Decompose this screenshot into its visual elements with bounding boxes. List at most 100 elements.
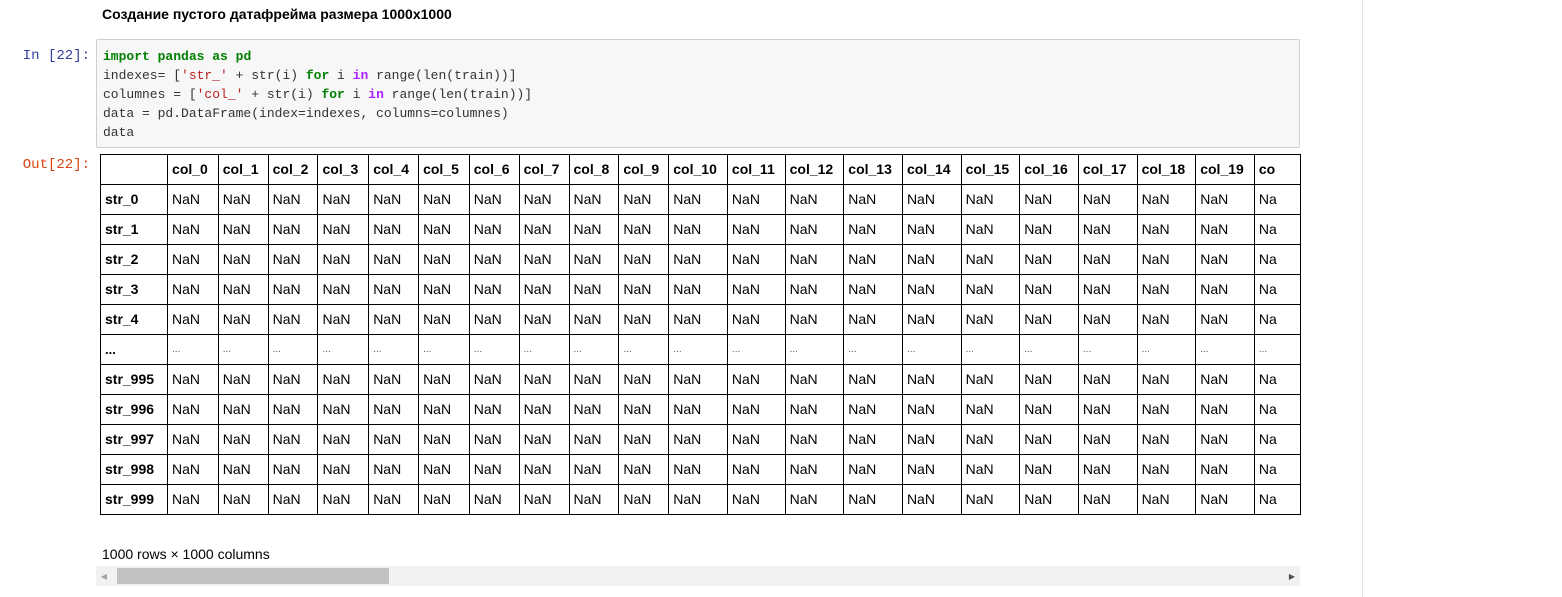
table-cell: NaN <box>368 214 420 245</box>
table-cell: NaN <box>568 304 620 335</box>
table-cell: NaN <box>167 274 219 305</box>
code-token: import <box>103 49 150 64</box>
column-header: col_12 <box>784 154 845 185</box>
table-cell: NaN <box>217 244 269 275</box>
table-cell: NaN <box>1195 214 1255 245</box>
table-cell: NaN <box>267 214 319 245</box>
table-cell: NaN <box>368 364 420 395</box>
table-row: str_997 NaN NaN NaN NaN NaN NaN NaN NaN NaN NaN NaN… <box>100 424 1301 455</box>
code-token: 'str_' <box>181 68 228 83</box>
table-cell: NaN <box>1136 454 1197 485</box>
horizontal-scrollbar[interactable]: ◀ ▶ <box>96 566 1300 586</box>
table-cell: NaN <box>217 394 269 425</box>
table-cell: NaN <box>317 304 370 335</box>
table-cell: NaN <box>960 364 1021 395</box>
table-cell: Na <box>1253 394 1301 425</box>
row-index-label: ... <box>100 334 169 365</box>
code-token: + str(i) <box>227 68 306 83</box>
table-cell: NaN <box>843 244 903 275</box>
code-cell[interactable]: import pandas as pd indexes= ['str_' + st… <box>96 39 1300 148</box>
table-cell: ... <box>568 334 620 365</box>
table-cell: NaN <box>217 364 269 395</box>
dataframe-table: col_0 col_1 col_2 col_3 col_4 col_5 col_6 col_7… <box>100 154 1301 515</box>
table-cell: NaN <box>568 244 620 275</box>
table-cell: ... <box>726 334 786 365</box>
column-header: col_18 <box>1136 154 1197 185</box>
table-cell: NaN <box>167 214 219 245</box>
column-header: col_9 <box>618 154 670 185</box>
table-cell: NaN <box>784 304 845 335</box>
table-cell: NaN <box>167 484 219 515</box>
scrollbar-thumb[interactable] <box>117 568 389 584</box>
table-cell: NaN <box>468 244 520 275</box>
table-cell: NaN <box>317 184 370 215</box>
table-cell: NaN <box>784 484 845 515</box>
table-cell: NaN <box>1019 394 1079 425</box>
table-cell: ... <box>784 334 845 365</box>
table-cell: NaN <box>1077 394 1138 425</box>
table-cell: NaN <box>1077 184 1138 215</box>
table-cell: NaN <box>1195 244 1255 275</box>
row-index-label: str_3 <box>100 274 169 305</box>
table-cell: NaN <box>668 304 728 335</box>
column-header: col_7 <box>518 154 570 185</box>
table-cell: NaN <box>618 484 670 515</box>
table-cell: NaN <box>267 244 319 275</box>
table-cell: NaN <box>843 274 903 305</box>
code-token: range(len(train))] <box>383 87 533 102</box>
table-cell: NaN <box>960 184 1021 215</box>
table-cell: NaN <box>1136 394 1197 425</box>
table-cell: NaN <box>960 484 1021 515</box>
code-token: + str(i) <box>243 87 322 102</box>
scroll-right-arrow-icon[interactable]: ▶ <box>1284 566 1300 586</box>
code-token: range(len(train))] <box>368 68 517 83</box>
code-token: indexes= [ <box>103 68 182 83</box>
table-cell: NaN <box>518 244 570 275</box>
table-cell: NaN <box>368 274 420 305</box>
table-cell: NaN <box>843 394 903 425</box>
table-cell: NaN <box>1077 454 1138 485</box>
table-cell: NaN <box>901 484 962 515</box>
table-cell: NaN <box>1019 304 1079 335</box>
table-cell: NaN <box>1019 244 1079 275</box>
table-cell: NaN <box>960 304 1021 335</box>
table-cell: NaN <box>901 424 962 455</box>
table-cell: NaN <box>267 484 319 515</box>
table-cell: NaN <box>960 244 1021 275</box>
table-cell: NaN <box>518 394 570 425</box>
table-cell: NaN <box>784 394 845 425</box>
row-index-label: str_999 <box>100 484 169 515</box>
table-cell: NaN <box>468 274 520 305</box>
table-cell: NaN <box>468 424 520 455</box>
table-cell: NaN <box>618 214 670 245</box>
table-cell: NaN <box>418 244 470 275</box>
table-cell: Na <box>1253 244 1301 275</box>
table-cell: NaN <box>317 454 370 485</box>
table-cell: NaN <box>726 394 786 425</box>
table-cell: NaN <box>1136 214 1197 245</box>
table-cell: NaN <box>784 274 845 305</box>
table-cell: NaN <box>618 274 670 305</box>
table-cell: NaN <box>618 244 670 275</box>
code-line: data <box>103 123 134 142</box>
table-cell: NaN <box>784 244 845 275</box>
table-cell: NaN <box>368 454 420 485</box>
code-line: data = pd.DataFrame(index=indexes, colum… <box>103 104 509 123</box>
code-token: columnes = [ <box>103 87 197 102</box>
table-cell: NaN <box>843 184 903 215</box>
table-cell: NaN <box>843 424 903 455</box>
code-token: pd <box>235 49 252 64</box>
column-header: col_13 <box>843 154 903 185</box>
table-cell: ... <box>468 334 520 365</box>
code-token: for <box>321 87 345 102</box>
table-cell: ... <box>1019 334 1079 365</box>
table-cell: Na <box>1253 304 1301 335</box>
table-cell: NaN <box>843 304 903 335</box>
table-cell: ... <box>317 334 370 365</box>
table-cell: NaN <box>1195 304 1255 335</box>
scroll-left-arrow-icon[interactable]: ◀ <box>96 566 112 586</box>
row-index-label: str_998 <box>100 454 169 485</box>
table-cell: NaN <box>960 394 1021 425</box>
code-line: indexes= ['str_' + str(i) for i in range… <box>103 66 517 85</box>
table-cell: NaN <box>960 424 1021 455</box>
